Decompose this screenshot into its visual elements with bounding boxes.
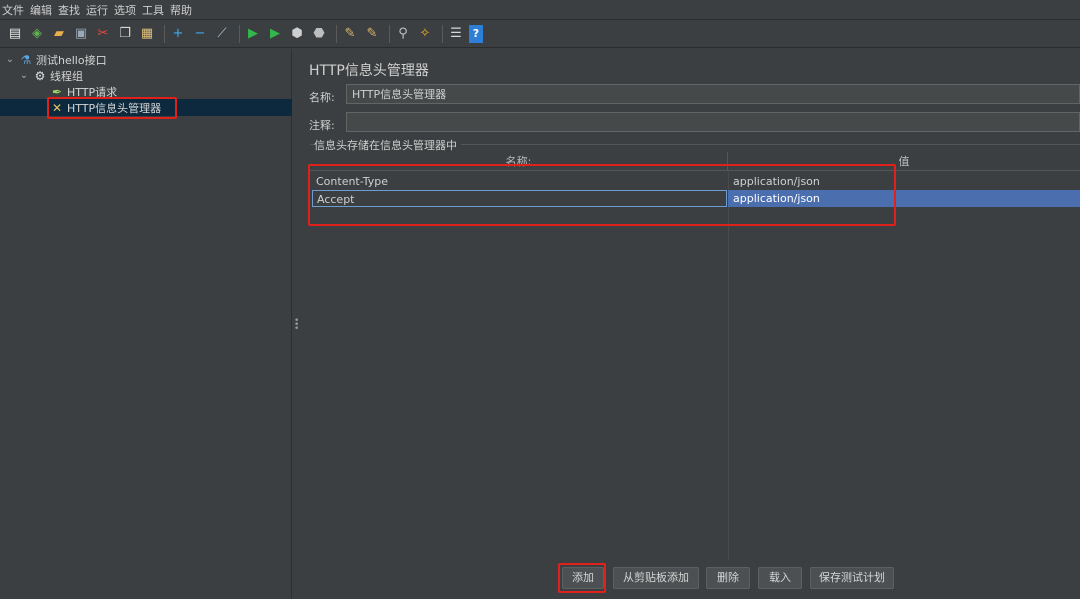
- highlight-box-tree: [47, 97, 177, 119]
- add-from-clipboard-button[interactable]: 从剪贴板添加: [613, 567, 699, 589]
- menu-file[interactable]: 文件: [2, 2, 24, 18]
- highlight-box-add: [558, 563, 606, 593]
- headers-table: 名称: 值 Content-Type application/json Acce…: [308, 152, 1080, 560]
- menu-help[interactable]: 帮助: [170, 2, 192, 18]
- column-divider: [728, 171, 729, 560]
- function-helper-icon[interactable]: ☰: [447, 25, 465, 43]
- tree-node-label: 线程组: [50, 69, 83, 83]
- search-icon[interactable]: ⚲: [394, 25, 412, 43]
- header-manager-panel: HTTP信息头管理器 名称: 注释: 信息头存储在信息头管理器中 名称: 值 C…: [300, 49, 1080, 599]
- new-icon[interactable]: ▤: [6, 25, 24, 43]
- split-pane-divider[interactable]: • • •: [292, 49, 300, 599]
- group-title: 信息头存储在信息头管理器中: [314, 137, 461, 153]
- menu-edit[interactable]: 编辑: [30, 2, 52, 18]
- start-icon[interactable]: ▶: [244, 25, 262, 43]
- drag-handle-icon[interactable]: • • •: [294, 317, 299, 334]
- menu-bar: 文件 编辑 查找 运行 选项 工具 帮助: [0, 0, 1080, 20]
- copy-icon[interactable]: ❐: [116, 25, 134, 43]
- toolbar: ▤ ◈ ▰ ▣ ✂ ❐ ▦ + − ⟋ ▶ ▶ ⬢ ⬣ ✎ ✎ ⚲ ✧ ☰?: [0, 20, 1080, 48]
- button-bar: 添加 从剪贴板添加 删除 载入 保存测试计划: [300, 563, 1080, 593]
- start-no-pause-icon[interactable]: ▶: [266, 25, 284, 43]
- paste-icon[interactable]: ▦: [138, 25, 156, 43]
- name-label: 名称:: [309, 91, 335, 104]
- delete-button[interactable]: 删除: [706, 567, 750, 589]
- toggle-icon[interactable]: ⟋: [213, 25, 231, 43]
- help-icon[interactable]: ?: [469, 24, 483, 43]
- stop-icon[interactable]: ⬢: [288, 25, 306, 43]
- highlight-box-table: [308, 164, 896, 226]
- toolbar-separator: [389, 24, 390, 43]
- open-icon[interactable]: ▰: [50, 25, 68, 43]
- reset-search-icon[interactable]: ✧: [416, 25, 434, 43]
- comment-label: 注释:: [309, 119, 335, 132]
- expand-icon[interactable]: +: [169, 25, 187, 43]
- menu-search[interactable]: 查找: [58, 2, 80, 18]
- collapse-icon[interactable]: −: [191, 25, 209, 43]
- menu-options[interactable]: 选项: [114, 2, 136, 18]
- cut-icon[interactable]: ✂: [94, 25, 112, 43]
- shutdown-icon[interactable]: ⬣: [310, 25, 328, 43]
- comment-field[interactable]: [346, 112, 1080, 132]
- clear-icon[interactable]: ✎: [341, 25, 359, 43]
- panel-title: HTTP信息头管理器: [309, 63, 429, 79]
- flask-icon: ⚗: [20, 52, 32, 67]
- toolbar-separator: [164, 24, 165, 43]
- toolbar-separator: [336, 24, 337, 43]
- chevron-down-icon[interactable]: ⌄: [18, 70, 30, 81]
- menu-run[interactable]: 运行: [86, 2, 108, 18]
- menu-tools[interactable]: 工具: [142, 2, 164, 18]
- chevron-down-icon[interactable]: ⌄: [4, 54, 16, 65]
- save-icon[interactable]: ▣: [72, 25, 90, 43]
- toolbar-separator: [239, 24, 240, 43]
- tree-node-thread-group[interactable]: ⌄ ⚙ 线程组: [18, 67, 83, 84]
- tree-node-test-plan[interactable]: ⌄ ⚗ 测试hello接口: [4, 51, 107, 68]
- tree-node-label: 测试hello接口: [36, 53, 107, 67]
- name-field[interactable]: [346, 84, 1080, 104]
- load-button[interactable]: 载入: [758, 567, 802, 589]
- clear-all-icon[interactable]: ✎: [363, 25, 381, 43]
- gear-icon: ⚙: [34, 68, 46, 83]
- toolbar-separator: [442, 24, 443, 43]
- templates-icon[interactable]: ◈: [28, 25, 46, 43]
- save-test-plan-button[interactable]: 保存测试计划: [810, 567, 894, 589]
- test-plan-tree: ⌄ ⚗ 测试hello接口 ⌄ ⚙ 线程组 ✒ HTTP请求 ✕ HTTP信息头…: [0, 49, 292, 599]
